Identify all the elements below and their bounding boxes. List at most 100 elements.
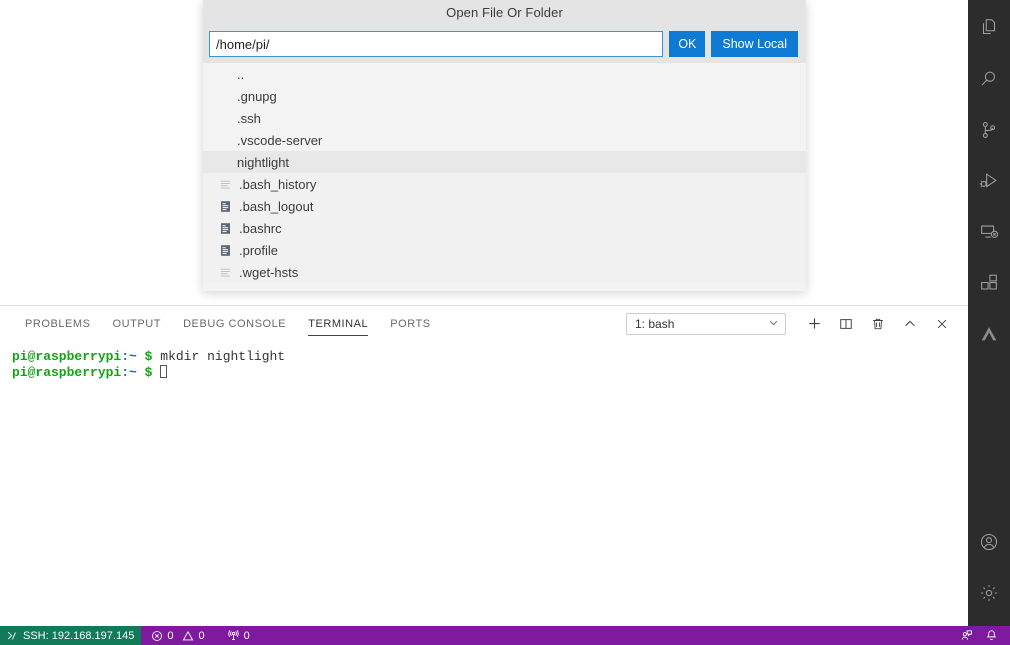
close-icon — [935, 317, 949, 331]
path-input[interactable] — [209, 31, 663, 57]
file-list-item-label: .vscode-server — [237, 134, 322, 147]
panel-tab-terminal[interactable]: TERMINAL — [297, 306, 379, 341]
warning-triangle-icon — [182, 630, 194, 642]
remote-host-indicator[interactable]: SSH: 192.168.197.145 — [0, 626, 141, 645]
files-icon — [978, 17, 1000, 39]
folder-icon-placeholder — [215, 110, 231, 126]
trash-icon — [871, 317, 885, 331]
activity-item-source-control[interactable] — [968, 104, 1010, 155]
remote-icon — [978, 221, 1000, 243]
triangle-a-icon — [978, 323, 1000, 345]
file-list-item[interactable]: .ssh — [203, 107, 806, 129]
plus-icon — [807, 316, 822, 331]
panel-header: PROBLEMSOUTPUTDEBUG CONSOLETERMINALPORTS… — [0, 306, 968, 341]
file-list-item[interactable]: .. — [203, 63, 806, 85]
activity-item-platformio[interactable] — [968, 308, 1010, 359]
terminal-cursor — [160, 365, 167, 378]
file-list-item-label: .wget-hsts — [239, 266, 298, 279]
file-list-item-label: .gnupg — [237, 90, 277, 103]
chevron-down-icon — [768, 317, 779, 331]
terminal-prompt-dollar: $ — [145, 365, 153, 380]
search-icon — [978, 68, 1000, 90]
open-file-or-folder-dialog: Open File Or Folder OK Show Local .. .gnu… — [203, 0, 806, 291]
terminal-prompt-separator: : — [121, 365, 129, 380]
split-terminal-button[interactable] — [833, 311, 859, 337]
activity-item-explorer[interactable] — [968, 2, 1010, 53]
bottom-panel: PROBLEMSOUTPUTDEBUG CONSOLETERMINALPORTS… — [0, 305, 968, 626]
script-file-icon — [217, 242, 233, 258]
panel-tab-ports[interactable]: PORTS — [379, 306, 441, 341]
ok-button[interactable]: OK — [669, 31, 705, 57]
activity-item-run-debug[interactable] — [968, 155, 1010, 206]
ports-status[interactable]: 0 — [221, 626, 256, 645]
maximize-panel-button[interactable] — [897, 311, 923, 337]
activity-item-settings[interactable] — [968, 567, 1010, 618]
panel-actions: 1: bash — [626, 311, 958, 337]
show-local-button[interactable]: Show Local — [711, 31, 798, 57]
script-file-icon — [217, 198, 233, 214]
gear-icon — [978, 582, 1000, 604]
account-icon — [978, 531, 1000, 553]
split-icon — [839, 317, 853, 331]
close-panel-button[interactable] — [929, 311, 955, 337]
dialog-title: Open File Or Folder — [446, 5, 563, 20]
file-list-item[interactable]: .wget-hsts — [203, 261, 806, 283]
panel-tab-problems[interactable]: PROBLEMS — [14, 306, 102, 341]
terminal-prompt-path: ~ — [129, 365, 137, 380]
activity-item-accounts[interactable] — [968, 516, 1010, 567]
file-list[interactable]: ...gnupg.ssh.vscode-servernightlight.bas… — [203, 63, 806, 291]
folder-icon-placeholder — [215, 88, 231, 104]
file-list-item[interactable]: .gnupg — [203, 85, 806, 107]
terminal-prompt-dollar: $ — [145, 349, 153, 364]
activity-item-extensions[interactable] — [968, 257, 1010, 308]
feedback-button[interactable] — [954, 626, 979, 645]
terminal-output[interactable]: pi@raspberrypi:~ $ mkdir nightlightpi@ra… — [0, 341, 968, 626]
errors-count: 0 — [167, 630, 173, 642]
radio-tower-icon — [227, 629, 240, 642]
terminal-line: pi@raspberrypi:~ $ mkdir nightlight — [12, 349, 968, 365]
activity-bar — [968, 0, 1010, 626]
file-list-item[interactable]: .profile — [203, 239, 806, 261]
bell-icon — [985, 629, 998, 642]
git-branch-icon — [978, 119, 1000, 141]
chevron-up-icon — [903, 317, 917, 331]
status-bar-right — [954, 626, 1010, 645]
terminal-command: mkdir nightlight — [160, 349, 285, 364]
panel-tab-debug-console[interactable]: DEBUG CONSOLE — [172, 306, 297, 341]
feedback-icon — [960, 629, 973, 642]
terminal-prompt-user: pi@raspberrypi — [12, 365, 121, 380]
notifications-button[interactable] — [979, 626, 1004, 645]
warnings-count: 0 — [198, 630, 204, 642]
text-lines-icon — [217, 264, 233, 280]
file-list-item-label: .profile — [239, 244, 278, 257]
dialog-titlebar: Open File Or Folder — [203, 0, 806, 25]
terminal-selector-value: 1: bash — [635, 317, 674, 331]
file-list-item[interactable]: .bash_logout — [203, 195, 806, 217]
folder-icon-placeholder — [215, 154, 231, 170]
file-list-item-label: .bashrc — [239, 222, 282, 235]
file-list-item[interactable]: nightlight — [203, 151, 806, 173]
activity-item-search[interactable] — [968, 53, 1010, 104]
terminal-prompt-separator: : — [121, 349, 129, 364]
kill-terminal-button[interactable] — [865, 311, 891, 337]
terminal-selector[interactable]: 1: bash — [626, 313, 786, 335]
panel-tab-list: PROBLEMSOUTPUTDEBUG CONSOLETERMINALPORTS — [14, 306, 442, 341]
file-list-item[interactable]: .bashrc — [203, 217, 806, 239]
problems-status[interactable]: 0 0 — [141, 626, 210, 645]
new-terminal-button[interactable] — [801, 311, 827, 337]
activity-item-remote-explorer[interactable] — [968, 206, 1010, 257]
activity-bar-top — [968, 0, 1010, 359]
ports-count: 0 — [244, 630, 250, 642]
panel-tab-output[interactable]: OUTPUT — [102, 306, 173, 341]
vscode-window: Open File Or Folder OK Show Local .. .gnu… — [0, 0, 1010, 645]
activity-bar-bottom — [968, 516, 1010, 626]
extensions-icon — [978, 272, 1000, 294]
file-list-item[interactable]: .bash_history — [203, 173, 806, 195]
terminal-prompt-user: pi@raspberrypi — [12, 349, 121, 364]
status-bar: SSH: 192.168.197.145 0 0 — [0, 626, 1010, 645]
remote-host-label: SSH: 192.168.197.145 — [23, 630, 134, 642]
run-debug-icon — [978, 170, 1000, 192]
file-list-item[interactable]: .vscode-server — [203, 129, 806, 151]
terminal-prompt-path: ~ — [129, 349, 137, 364]
text-lines-icon — [217, 176, 233, 192]
